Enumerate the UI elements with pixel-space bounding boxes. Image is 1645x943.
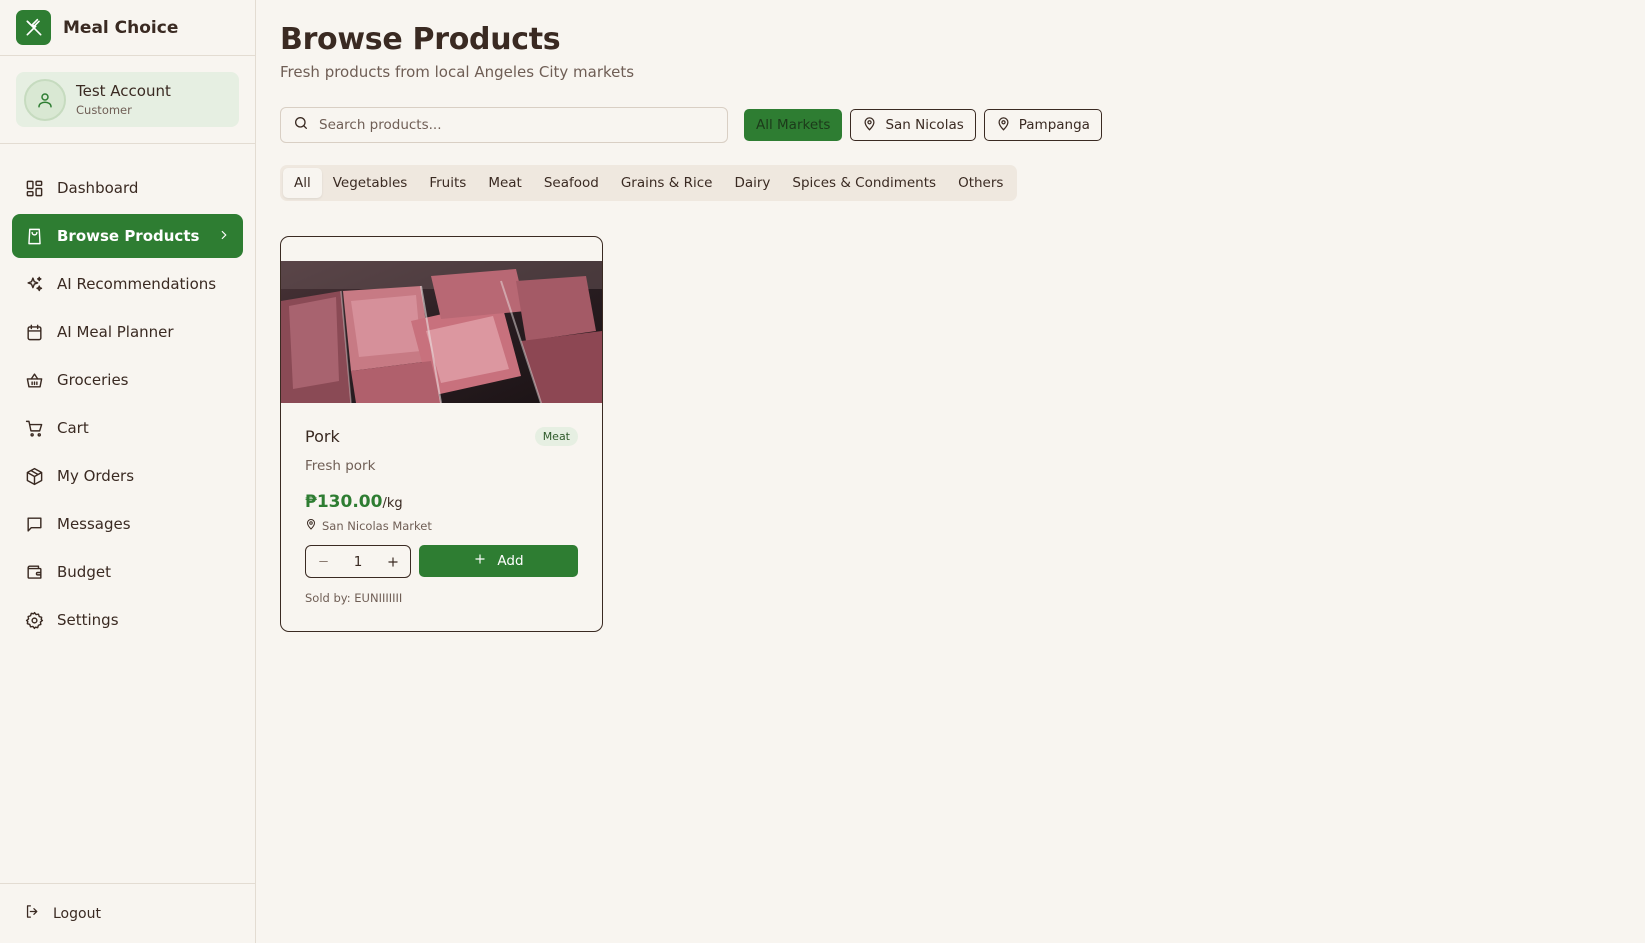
user-avatar-icon — [24, 78, 66, 121]
sidebar-item-groceries[interactable]: Groceries — [12, 358, 243, 402]
message-icon — [24, 514, 44, 534]
app-root: Meal Choice Test Account Customer Dashbo… — [0, 0, 1645, 943]
market-san-nicolas-button[interactable]: San Nicolas — [850, 109, 976, 141]
sparkles-icon — [24, 274, 44, 294]
logout-button[interactable]: Logout — [0, 883, 255, 943]
tab-others[interactable]: Others — [947, 168, 1014, 198]
map-pin-icon — [996, 116, 1011, 135]
account-name: Test Account — [76, 82, 171, 100]
add-to-cart-button[interactable]: Add — [419, 545, 578, 577]
product-location: San Nicolas Market — [305, 518, 578, 533]
market-name: San Nicolas Market — [322, 518, 432, 533]
wallet-icon — [24, 562, 44, 582]
sidebar-item-messages[interactable]: Messages — [12, 502, 243, 546]
shopping-bag-icon — [24, 226, 44, 246]
sidebar-nav: Dashboard Browse Products AI Recommendat… — [0, 144, 255, 642]
market-label: San Nicolas — [885, 117, 964, 133]
market-label: Pampanga — [1018, 117, 1090, 133]
chevron-right-icon — [217, 228, 231, 246]
plus-icon — [473, 552, 487, 570]
tab-fruits[interactable]: Fruits — [418, 168, 477, 198]
gear-icon — [24, 610, 44, 630]
basket-icon — [24, 370, 44, 390]
app-title: Meal Choice — [63, 17, 179, 38]
main-content: Browse Products Fresh products from loca… — [256, 0, 1645, 943]
tab-grains-rice[interactable]: Grains & Rice — [610, 168, 724, 198]
sidebar-item-browse-products[interactable]: Browse Products — [12, 214, 243, 258]
sidebar-item-dashboard[interactable]: Dashboard — [12, 166, 243, 210]
package-icon — [24, 466, 44, 486]
sidebar-item-my-orders[interactable]: My Orders — [12, 454, 243, 498]
calendar-icon — [24, 322, 44, 342]
tab-all[interactable]: All — [283, 168, 322, 198]
brand-header: Meal Choice — [0, 0, 255, 56]
sidebar: Meal Choice Test Account Customer Dashbo… — [0, 0, 256, 943]
tab-seafood[interactable]: Seafood — [533, 168, 610, 198]
product-description: Fresh pork — [305, 458, 376, 474]
add-button-label: Add — [497, 553, 524, 569]
sidebar-item-label: AI Recommendations — [57, 275, 217, 293]
market-label: All Markets — [756, 117, 831, 133]
page-subtitle: Fresh products from local Angeles City m… — [280, 63, 635, 81]
sidebar-item-label: My Orders — [57, 467, 135, 485]
product-actions: 1 Add — [305, 545, 578, 578]
sidebar-item-ai-meal-planner[interactable]: AI Meal Planner — [12, 310, 243, 354]
tab-spices-condiments[interactable]: Spices & Condiments — [781, 168, 947, 198]
quantity-stepper: 1 — [305, 545, 411, 578]
utensils-logo-icon — [16, 10, 51, 45]
sidebar-item-budget[interactable]: Budget — [12, 550, 243, 594]
product-image — [281, 261, 602, 403]
category-tabs: All Vegetables Fruits Meat Seafood Grain… — [280, 165, 1018, 201]
category-badge: Meat — [534, 427, 578, 446]
price-unit: /kg — [382, 496, 403, 511]
product-name: Pork — [305, 427, 340, 446]
sidebar-item-label: Dashboard — [57, 179, 139, 197]
search-icon — [293, 115, 309, 135]
sidebar-item-ai-recommendations[interactable]: AI Recommendations — [12, 262, 243, 306]
sidebar-item-cart[interactable]: Cart — [12, 406, 243, 450]
sidebar-item-settings[interactable]: Settings — [12, 598, 243, 642]
market-filter-group: All Markets San Nicolas Pampanga — [744, 109, 1102, 141]
tab-dairy[interactable]: Dairy — [723, 168, 781, 198]
account-section: Test Account Customer — [0, 56, 255, 144]
tab-meat[interactable]: Meat — [477, 168, 533, 198]
map-pin-icon — [305, 518, 317, 533]
cart-icon — [24, 418, 44, 438]
logout-icon — [24, 903, 41, 924]
sidebar-item-label: AI Meal Planner — [57, 323, 174, 341]
sidebar-item-label: Messages — [57, 515, 131, 533]
market-pampanga-button[interactable]: Pampanga — [983, 109, 1102, 141]
filter-toolbar: All Markets San Nicolas Pampanga — [280, 107, 1645, 143]
product-card: Pork Meat Fresh pork ₱130.00 /kg San Nic… — [280, 236, 603, 632]
account-role: Customer — [76, 103, 132, 117]
product-price: ₱130.00 — [305, 492, 383, 512]
sidebar-item-label: Cart — [57, 419, 89, 437]
product-details: Pork Meat Fresh pork ₱130.00 /kg San Nic… — [305, 427, 578, 605]
logout-label: Logout — [53, 905, 101, 922]
sidebar-item-label: Budget — [57, 563, 111, 581]
dashboard-icon — [24, 178, 44, 198]
market-all-button[interactable]: All Markets — [744, 109, 843, 141]
account-card[interactable]: Test Account Customer — [16, 72, 239, 127]
quantity-value[interactable]: 1 — [354, 554, 363, 570]
sidebar-item-label: Browse Products — [57, 227, 200, 245]
plus-icon[interactable] — [384, 553, 402, 571]
page-title: Browse Products — [280, 22, 561, 57]
search-input[interactable] — [319, 117, 715, 133]
sidebar-item-label: Settings — [57, 611, 119, 629]
seller-info: Sold by: EUNIIIIIII — [305, 591, 403, 605]
sidebar-item-label: Groceries — [57, 371, 129, 389]
tab-vegetables[interactable]: Vegetables — [322, 168, 419, 198]
minus-icon[interactable] — [314, 553, 332, 571]
map-pin-icon — [862, 116, 877, 135]
search-box — [280, 107, 728, 143]
